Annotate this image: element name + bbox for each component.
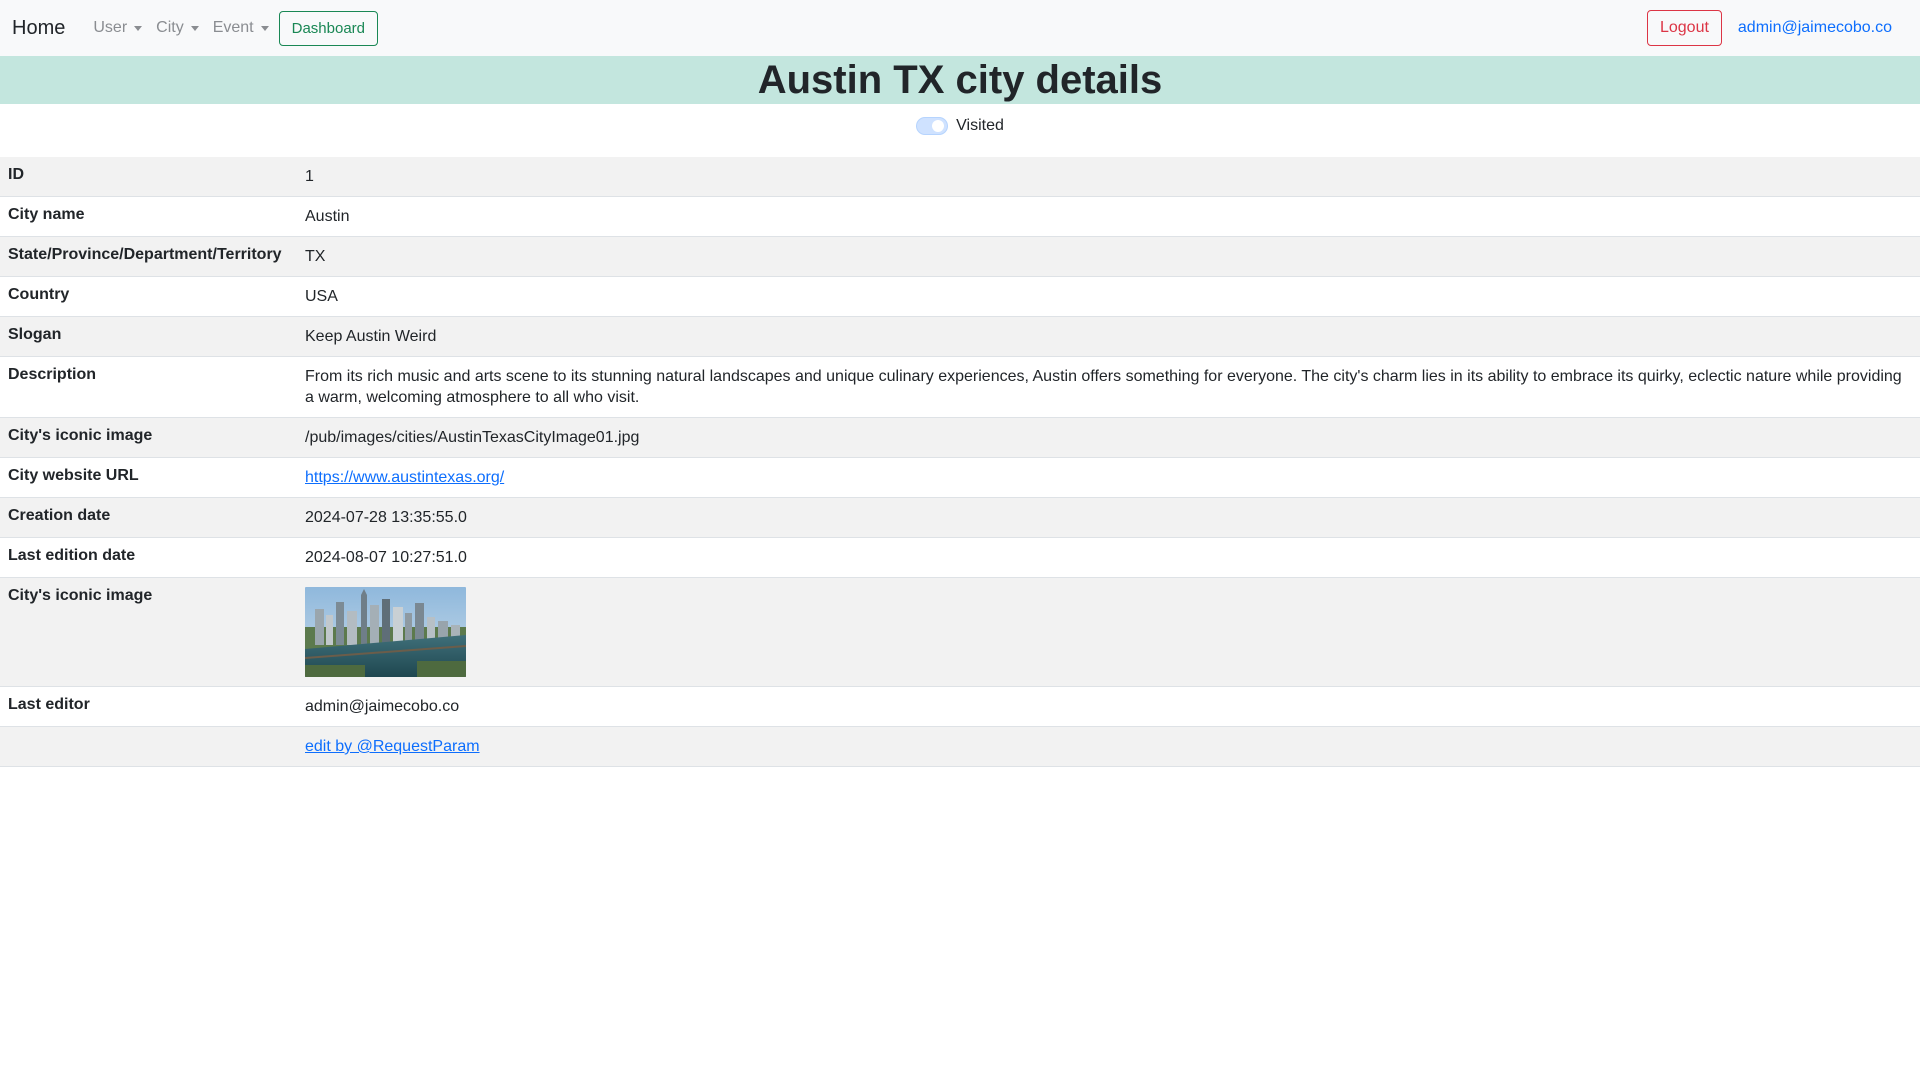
table-row: ID 1 — [0, 157, 1920, 197]
row-value-slogan: Keep Austin Weird — [305, 328, 437, 345]
visited-switch[interactable] — [916, 117, 949, 135]
row-label: City website URL — [8, 467, 139, 484]
row-label: City name — [8, 206, 85, 223]
city-website-link[interactable]: https://www.austintexas.org/ — [305, 469, 504, 486]
row-value-image-path: /pub/images/cities/AustinTexasCityImage0… — [305, 429, 640, 446]
table-row: edit by @RequestParam — [0, 726, 1920, 767]
event-dropdown[interactable]: Event — [213, 19, 269, 37]
city-details-table: ID 1 City name Austin State/Province/Dep… — [0, 157, 1920, 767]
row-value-image — [305, 578, 1920, 687]
table-row: City website URL https://www.austintexas… — [0, 458, 1920, 498]
row-value-creation-date: 2024-07-28 13:35:55.0 — [305, 509, 467, 526]
visited-label: Visited — [956, 117, 1004, 134]
city-skyline-image — [305, 587, 466, 677]
visited-toggle-row: Visited — [0, 104, 1920, 148]
row-label: State/Province/Department/Territory — [8, 246, 282, 263]
city-dropdown-label: City — [156, 19, 184, 36]
table-row: Slogan Keep Austin Weird — [0, 316, 1920, 357]
row-label: City's iconic image — [8, 587, 153, 604]
row-value-city-name: Austin — [305, 208, 350, 225]
row-value-id: 1 — [305, 168, 314, 185]
table-row: Last editor admin@jaimecobo.co — [0, 687, 1920, 727]
table-row: City name Austin — [0, 197, 1920, 237]
chevron-down-icon — [190, 25, 199, 31]
user-email-link[interactable]: admin@jaimecobo.co — [1738, 19, 1892, 37]
row-value-country: USA — [305, 288, 338, 305]
row-value-description: From its rich music and arts scene to it… — [305, 368, 1902, 406]
row-value-last-editor: admin@jaimecobo.co — [305, 698, 460, 715]
row-value-edit: edit by @RequestParam — [305, 727, 1920, 767]
logout-button[interactable]: Logout — [1646, 10, 1722, 46]
table-row: State/Province/Department/Territory TX — [0, 236, 1920, 277]
table-row: Description From its rich music and arts… — [0, 357, 1920, 418]
home-link[interactable]: Home — [12, 17, 65, 40]
table-row: Creation date 2024-07-28 13:35:55.0 — [0, 497, 1920, 538]
row-value-website: https://www.austintexas.org/ — [305, 458, 1920, 498]
user-dropdown-label: User — [93, 19, 128, 36]
switch-knob — [932, 120, 945, 132]
row-label: Creation date — [8, 507, 111, 524]
row-label: Slogan — [8, 326, 62, 343]
row-label-empty — [0, 727, 305, 767]
row-label: City's iconic image — [8, 427, 153, 444]
table-row: City's iconic image — [0, 577, 1920, 687]
edit-link[interactable]: edit by @RequestParam — [305, 738, 480, 755]
title-banner: Austin TX city details — [0, 56, 1920, 104]
row-value-state: TX — [305, 248, 326, 265]
navbar-right: Logout admin@jaimecobo.co — [1646, 10, 1908, 46]
row-value-last-edition-date: 2024-08-07 10:27:51.0 — [305, 549, 467, 566]
row-label: Last edition date — [8, 547, 136, 564]
top-navbar: Home User City Event Dashboard Logout ad… — [0, 0, 1920, 56]
row-label: Description — [8, 366, 97, 383]
chevron-down-icon — [260, 25, 269, 31]
row-label: ID — [8, 166, 24, 183]
page-title: Austin TX city details — [757, 58, 1163, 102]
row-label: Last editor — [8, 696, 90, 713]
dashboard-button[interactable]: Dashboard — [278, 10, 379, 46]
chevron-down-icon — [134, 25, 143, 31]
city-dropdown[interactable]: City — [156, 19, 199, 37]
table-row: Country USA — [0, 277, 1920, 317]
user-dropdown[interactable]: User — [93, 19, 143, 37]
event-dropdown-label: Event — [212, 19, 254, 36]
table-row: Last edition date 2024-08-07 10:27:51.0 — [0, 538, 1920, 578]
table-row: City's iconic image /pub/images/cities/A… — [0, 417, 1920, 458]
row-label: Country — [8, 286, 70, 303]
